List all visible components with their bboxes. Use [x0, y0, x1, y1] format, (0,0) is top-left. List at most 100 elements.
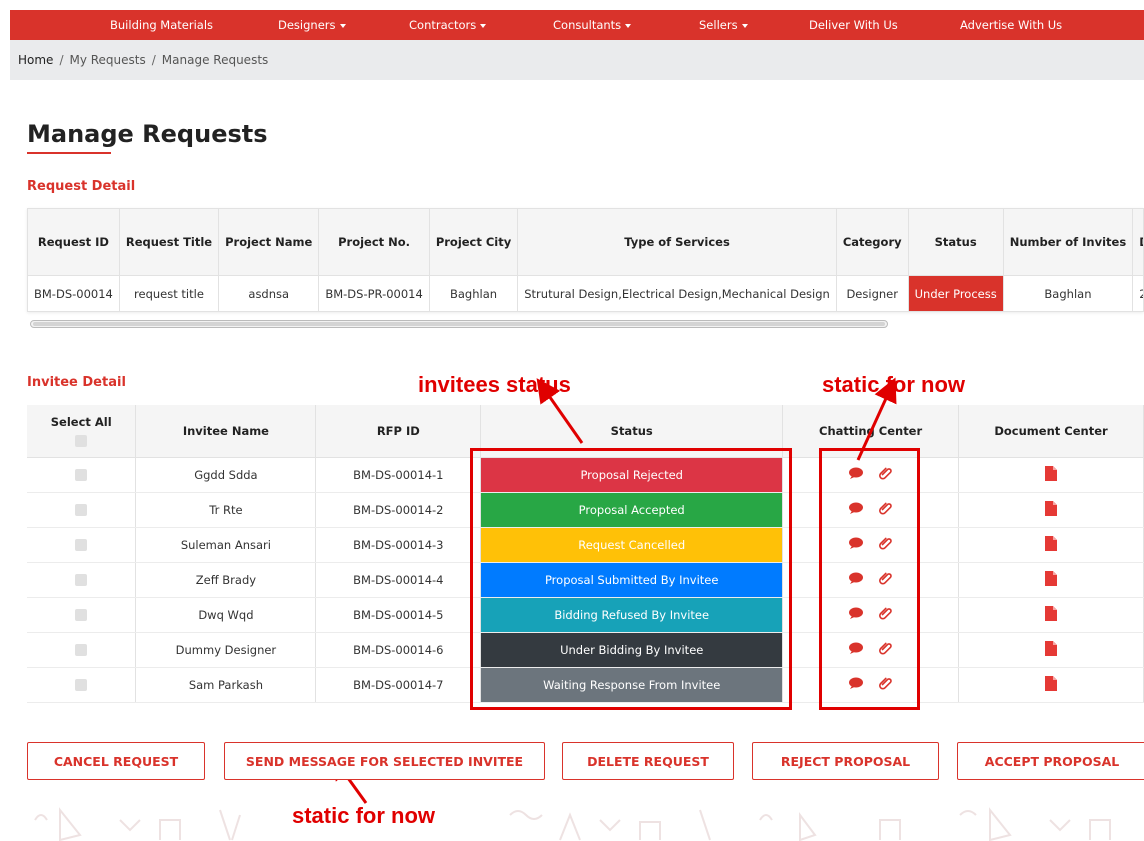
- row-select-cell: [27, 667, 137, 703]
- nav-label: Consultants: [553, 18, 622, 32]
- delete-request-button[interactable]: DELETE REQUEST: [562, 742, 734, 780]
- cell-document-center: [958, 492, 1144, 528]
- nav-label: Designers: [278, 18, 336, 32]
- col-invitee-name: Invitee Name: [135, 405, 317, 458]
- nav-label: Building Materials: [110, 18, 214, 32]
- row-select-cell: [27, 632, 137, 668]
- row-checkbox[interactable]: [75, 539, 88, 551]
- annotation-static-top: static for now: [822, 372, 966, 397]
- select-all-checkbox[interactable]: [75, 435, 88, 447]
- col-status: Status: [908, 209, 1004, 276]
- row-checkbox[interactable]: [75, 574, 88, 586]
- cell-document-center: [958, 457, 1144, 493]
- invitee-detail-heading: Invitee Detail: [27, 375, 126, 390]
- col-select-all: Select All: [27, 405, 137, 458]
- caret-down-icon: [339, 23, 346, 28]
- col-project-name: Project Name: [218, 209, 320, 276]
- col-type-of-services: Type of Services: [517, 209, 837, 276]
- nav-sellers[interactable]: Sellers: [699, 10, 748, 40]
- cell-rfp-id: BM-DS-00014-4: [315, 562, 482, 598]
- file-pdf-icon[interactable]: [1045, 675, 1058, 691]
- cell-document-center: [958, 632, 1144, 668]
- col-number-of-invites: Number of Invites: [1003, 209, 1134, 276]
- cell-invitee-name: Zeff Brady: [135, 562, 317, 598]
- row-checkbox[interactable]: [75, 644, 88, 656]
- file-pdf-icon[interactable]: [1045, 500, 1058, 516]
- request-table: Request ID Request Title Project Name Pr…: [28, 209, 1143, 311]
- nav-consultants[interactable]: Consultants: [553, 10, 632, 40]
- nav-building-materials[interactable]: Building Materials: [110, 10, 213, 40]
- cell-invitee-name: Ggdd Sdda: [135, 457, 317, 493]
- cell-rfp-id: BM-DS-00014-2: [315, 492, 482, 528]
- reject-proposal-button[interactable]: REJECT PROPOSAL: [752, 742, 939, 780]
- nav-label: Contractors: [409, 18, 477, 32]
- cell-invitee-name: Dwq Wqd: [135, 597, 317, 633]
- nav-contractors[interactable]: Contractors: [409, 10, 487, 40]
- row-select-cell: [27, 527, 137, 563]
- cell-invitee-name: Sam Parkash: [135, 667, 317, 703]
- col-project-city: Project City: [429, 209, 519, 276]
- row-select-cell: [27, 457, 137, 493]
- cell-rfp-id: BM-DS-00014-7: [315, 667, 482, 703]
- caret-down-icon: [480, 23, 487, 28]
- nav-designers[interactable]: Designers: [278, 10, 346, 40]
- table-header-row: Request ID Request Title Project Name Pr…: [28, 209, 1143, 276]
- footer-watermark-pattern: [34, 807, 1111, 841]
- status-badge: Under Process: [908, 275, 1004, 311]
- caret-down-icon: [625, 23, 632, 28]
- cell-project-city: Baghlan: [429, 275, 519, 311]
- breadcrumb-separator: /: [59, 53, 64, 67]
- breadcrumb-current: Manage Requests: [161, 53, 269, 67]
- cell-invitee-name: Tr Rte: [135, 492, 317, 528]
- cancel-request-button[interactable]: CANCEL REQUEST: [27, 742, 205, 780]
- cell-type-of-services: Strutural Design,Electrical Design,Mecha…: [517, 275, 837, 311]
- nav-label: Deliver With Us: [809, 18, 898, 32]
- row-checkbox[interactable]: [75, 679, 88, 691]
- breadcrumb-my-requests[interactable]: My Requests: [69, 53, 145, 67]
- row-checkbox[interactable]: [75, 469, 88, 481]
- cell-invitee-name: Dummy Designer: [135, 632, 317, 668]
- row-checkbox[interactable]: [75, 504, 88, 516]
- annotation-box-status: [470, 448, 792, 710]
- select-all-label: Select All: [50, 415, 112, 429]
- row-select-cell: [27, 597, 137, 633]
- cell-date: 23: [1132, 275, 1143, 311]
- request-detail-heading: Request Detail: [27, 179, 136, 194]
- file-pdf-icon[interactable]: [1045, 640, 1058, 656]
- col-request-title: Request Title: [119, 209, 220, 276]
- cell-project-no: BM-DS-PR-00014: [318, 275, 430, 311]
- cell-rfp-id: BM-DS-00014-1: [315, 457, 482, 493]
- file-pdf-icon[interactable]: [1045, 570, 1058, 586]
- caret-down-icon: [741, 23, 748, 28]
- file-pdf-icon[interactable]: [1045, 605, 1058, 621]
- top-navbar: Building Materials Designers Contractors…: [10, 10, 1144, 40]
- breadcrumb-home[interactable]: Home: [18, 53, 53, 67]
- cell-request-title: request title: [119, 275, 220, 311]
- annotation-invitees-status: invitees status: [418, 372, 571, 397]
- cell-rfp-id: BM-DS-00014-3: [315, 527, 482, 563]
- cell-category: Designer: [836, 275, 909, 311]
- file-pdf-icon[interactable]: [1045, 465, 1058, 481]
- cell-invitee-name: Suleman Ansari: [135, 527, 317, 563]
- row-checkbox[interactable]: [75, 609, 88, 621]
- row-select-cell: [27, 492, 137, 528]
- page-title: Manage Requests: [27, 120, 268, 148]
- annotation-box-chatting: [819, 448, 920, 710]
- breadcrumb-separator: /: [151, 53, 156, 67]
- cell-rfp-id: BM-DS-00014-6: [315, 632, 482, 668]
- nav-advertise-with-us[interactable]: Advertise With Us: [960, 10, 1062, 40]
- breadcrumb: Home / My Requests / Manage Requests: [10, 40, 1144, 80]
- table-row: BM-DS-00014 request title asdnsa BM-DS-P…: [28, 275, 1143, 311]
- send-message-button[interactable]: SEND MESSAGE FOR SELECTED INVITEE: [224, 742, 545, 780]
- cell-number-of-invites: Baghlan: [1003, 275, 1134, 311]
- cell-document-center: [958, 527, 1144, 563]
- cell-document-center: [958, 667, 1144, 703]
- accept-proposal-button[interactable]: ACCEPT PROPOSAL: [957, 742, 1144, 780]
- col-date: Date: [1132, 209, 1143, 276]
- scrollbar-thumb[interactable]: [33, 322, 885, 326]
- file-pdf-icon[interactable]: [1045, 535, 1058, 551]
- col-document-center: Document Center: [958, 405, 1144, 458]
- nav-deliver-with-us[interactable]: Deliver With Us: [809, 10, 898, 40]
- nav-label: Advertise With Us: [960, 18, 1063, 32]
- horizontal-scrollbar[interactable]: [30, 320, 888, 328]
